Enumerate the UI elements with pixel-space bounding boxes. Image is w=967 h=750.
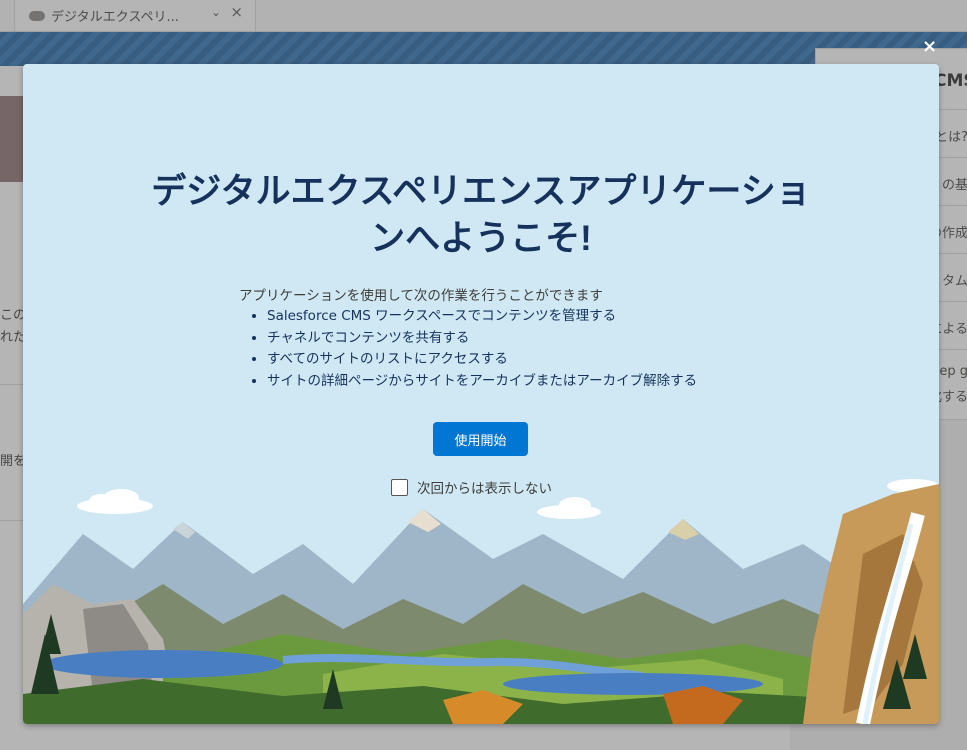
feature-item: すべてのサイトのリストにアクセスする bbox=[267, 349, 697, 371]
feature-item: Salesforce CMS ワークスペースでコンテンツを管理する bbox=[267, 306, 697, 328]
intro-text: アプリケーションを使用して次の作業を行うことができます bbox=[239, 288, 603, 304]
landscape-illustration bbox=[23, 479, 939, 724]
welcome-modal: デジタルエクスペリエンスアプリケーションへようこそ! アプリケーションを使用して… bbox=[23, 64, 939, 724]
get-started-button[interactable]: 使用開始 bbox=[433, 422, 528, 456]
feature-item: チャネルでコンテンツを共有する bbox=[267, 328, 697, 350]
feature-list: Salesforce CMS ワークスペースでコンテンツを管理する チャネルでコ… bbox=[249, 306, 697, 392]
modal-title: デジタルエクスペリエンスアプリケーションへようこそ! bbox=[151, 172, 811, 258]
close-icon[interactable]: × bbox=[922, 36, 937, 57]
feature-item: サイトの詳細ページからサイトをアーカイブまたはアーカイブ解除する bbox=[267, 371, 697, 393]
